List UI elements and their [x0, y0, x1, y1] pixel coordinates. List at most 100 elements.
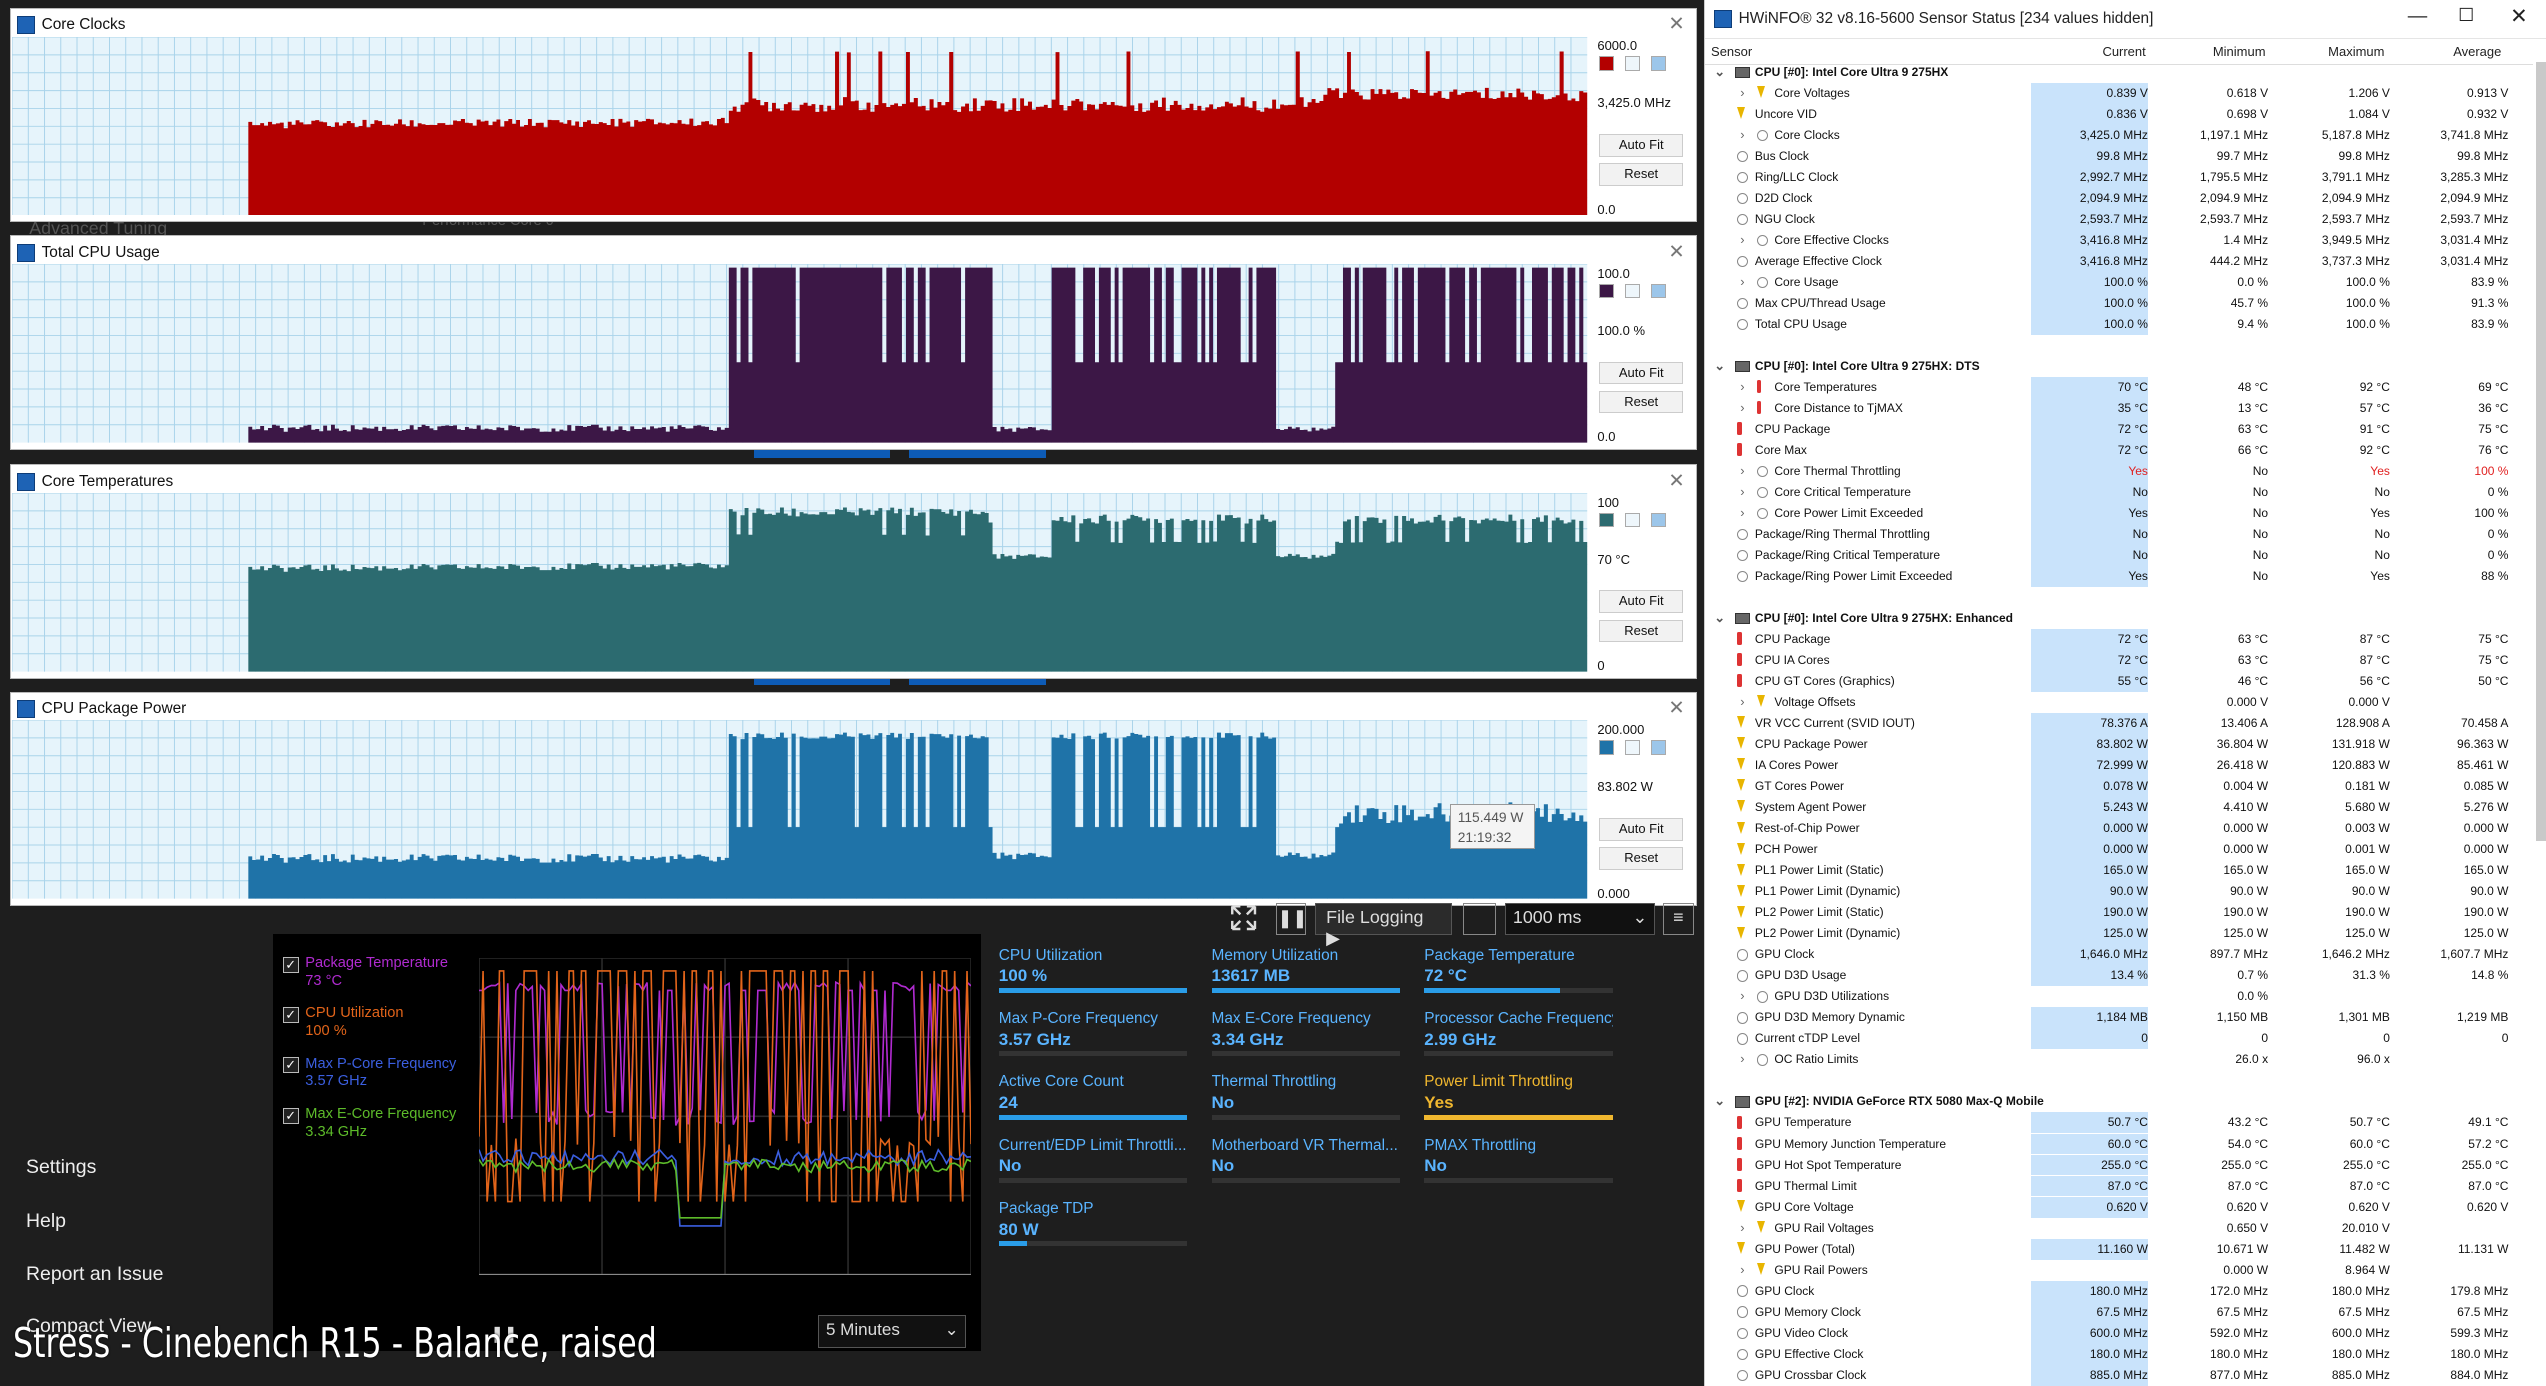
- series-swatch-3[interactable]: [1650, 512, 1666, 528]
- graph-close-icon[interactable]: ✕: [1668, 240, 1684, 264]
- sensor-row[interactable]: › Core Clocks 3,425.0 MHz 1,197.1 MHz 5,187.…: [1705, 124, 2533, 146]
- expand-chevron-icon[interactable]: ›: [1740, 398, 1744, 419]
- sensor-row[interactable]: Max CPU/Thread Usage 100.0 % 45.7 % 100.0 %…: [1705, 292, 2533, 314]
- graph-window-3[interactable]: Core Temperatures ✕ 100 70 °C Auto Fit Reset 0: [9, 464, 1698, 679]
- folder-icon[interactable]: [1463, 902, 1496, 936]
- series-swatch-2[interactable]: [1624, 512, 1640, 528]
- sensor-row[interactable]: › GPU D3D Utilizations 0.0 %: [1705, 986, 2533, 1007]
- collapse-chevron-icon[interactable]: ⌄: [1714, 62, 1725, 83]
- expand-chevron-icon[interactable]: ›: [1740, 377, 1744, 398]
- sensor-row[interactable]: Rest-of-Chip Power 0.000 W 0.000 W 0.003 W 0…: [1705, 818, 2533, 840]
- expand-chevron-icon[interactable]: ›: [1740, 692, 1744, 713]
- col-maximum[interactable]: Maximum: [2328, 44, 2384, 59]
- autofit-button[interactable]: Auto Fit: [1598, 590, 1684, 614]
- sensor-row[interactable]: GPU Temperature 50.7 °C 43.2 °C 50.7 °C 49.1…: [1705, 1112, 2533, 1134]
- sensor-row[interactable]: D2D Clock 2,094.9 MHz 2,094.9 MHz 2,094.9 M…: [1705, 187, 2533, 209]
- expand-chevron-icon[interactable]: ›: [1740, 230, 1744, 251]
- sensor-row[interactable]: GPU D3D Usage 13.4 % 0.7 % 31.3 % 14.8 %: [1705, 965, 2533, 987]
- sensor-row[interactable]: › OC Ratio Limits 26.0 x 96.0 x: [1705, 1049, 2533, 1070]
- sensor-row[interactable]: Uncore VID 0.836 V 0.698 V 1.084 V 0.932 V: [1705, 103, 2533, 125]
- legend-checkbox[interactable]: ✓: [282, 956, 299, 973]
- series-color-swatch[interactable]: [1598, 56, 1614, 71]
- expand-chevron-icon[interactable]: ›: [1740, 1049, 1744, 1070]
- sensor-row[interactable]: Core Max 72 °C 66 °C 92 °C 76 °C: [1705, 439, 2533, 461]
- series-swatch-3[interactable]: [1650, 56, 1666, 71]
- sensor-row[interactable]: GPU Memory Clock 67.5 MHz 67.5 MHz 67.5 MHz…: [1705, 1301, 2533, 1323]
- sensor-row[interactable]: Package/Ring Critical Temperature No No No 0…: [1705, 545, 2533, 567]
- legend-checkbox[interactable]: ✓: [282, 1057, 299, 1074]
- sensor-row[interactable]: Package/Ring Power Limit Exceeded Yes No Ye…: [1705, 566, 2533, 588]
- sensor-row[interactable]: PL2 Power Limit (Dynamic) 125.0 W 125.0 W 1…: [1705, 923, 2533, 945]
- sensor-row[interactable]: › Core Power Limit Exceeded Yes No Yes 100 %: [1705, 503, 2533, 524]
- sensor-row[interactable]: Bus Clock 99.8 MHz 99.7 MHz 99.8 MHz 99.8 MH…: [1705, 145, 2533, 167]
- sensor-row[interactable]: › Core Thermal Throttling Yes No Yes 100 %: [1705, 461, 2533, 482]
- sensor-row[interactable]: PL1 Power Limit (Dynamic) 90.0 W 90.0 W 90.…: [1705, 881, 2533, 903]
- sensor-group[interactable]: ⌄ GPU [#2]: NVIDIA GeForce RTX 5080 Max-Q…: [1705, 1091, 2533, 1112]
- legend-checkbox[interactable]: ✓: [282, 1006, 299, 1024]
- sensor-row[interactable]: GPU Clock 180.0 MHz 172.0 MHz 180.0 MHz 179.…: [1705, 1280, 2533, 1302]
- series-swatch-3[interactable]: [1650, 283, 1666, 299]
- expand-chevron-icon[interactable]: ›: [1740, 1218, 1744, 1239]
- series-color-swatch[interactable]: [1598, 283, 1614, 299]
- nav-settings[interactable]: Settings: [0, 1156, 268, 1179]
- autofit-button[interactable]: Auto Fit: [1598, 361, 1684, 385]
- expand-chevron-icon[interactable]: ›: [1740, 83, 1744, 104]
- sensor-row[interactable]: Current cTDP Level 0 0 0 0: [1705, 1028, 2533, 1050]
- col-current[interactable]: Current: [2102, 44, 2145, 59]
- pause-icon[interactable]: ❚❚: [1276, 902, 1307, 936]
- reset-button[interactable]: Reset: [1598, 847, 1684, 870]
- sensor-row[interactable]: GPU Power (Total) 11.160 W 10.671 W 11.482 …: [1705, 1238, 2533, 1260]
- expand-chevron-icon[interactable]: ›: [1740, 1260, 1744, 1281]
- sensor-row[interactable]: Package/Ring Thermal Throttling No No No 0 %: [1705, 524, 2533, 545]
- collapse-chevron-icon[interactable]: ⌄: [1714, 356, 1725, 377]
- reset-button[interactable]: Reset: [1598, 163, 1684, 187]
- sensor-row[interactable]: › GPU Rail Powers 0.000 W 8.964 W: [1705, 1260, 2533, 1281]
- sensor-row[interactable]: Total CPU Usage 100.0 % 9.4 % 100.0 % 83.9 %: [1705, 313, 2533, 335]
- series-swatch-2[interactable]: [1624, 283, 1640, 299]
- autofit-button[interactable]: Auto Fit: [1598, 817, 1684, 841]
- collapse-chevron-icon[interactable]: ⌄: [1714, 608, 1725, 629]
- nav-help[interactable]: Help: [0, 1210, 268, 1233]
- sensor-row[interactable]: › Core Voltages 0.839 V 0.618 V 1.206 V 0.913…: [1705, 82, 2533, 104]
- expand-chevron-icon[interactable]: ›: [1740, 482, 1744, 503]
- minimize-icon[interactable]: —: [2408, 5, 2427, 28]
- sensor-row[interactable]: GPU D3D Memory Dynamic 1,184 MB 1,150 MB 1,…: [1705, 1007, 2533, 1029]
- sensor-row[interactable]: CPU Package 72 °C 63 °C 91 °C 75 °C: [1705, 418, 2533, 440]
- interval-select[interactable]: 1000 ms ⌄: [1505, 902, 1655, 936]
- sensor-group[interactable]: ⌄ CPU [#0]: Intel Core Ultra 9 275HX: DTS: [1705, 356, 2533, 377]
- sensor-row[interactable]: PL1 Power Limit (Static) 165.0 W 165.0 W 16…: [1705, 860, 2533, 882]
- sensor-row[interactable]: › GPU Rail Voltages 0.650 V 20.010 V: [1705, 1218, 2533, 1239]
- menu-icon[interactable]: ≡: [1662, 902, 1694, 936]
- expand-chevron-icon[interactable]: ›: [1740, 461, 1744, 482]
- hwinfo-scrollbar[interactable]: [2536, 61, 2546, 842]
- expand-chevron-icon[interactable]: ›: [1740, 125, 1744, 146]
- sensor-row[interactable]: GT Cores Power 0.078 W 0.004 W 0.181 W 0.085…: [1705, 776, 2533, 798]
- sensor-row[interactable]: GPU Memory Junction Temperature 60.0 °C 54…: [1705, 1133, 2533, 1155]
- graph-window-1[interactable]: Core Clocks ✕ 6000.0 3,425.0 MHz Auto Fit Res…: [9, 8, 1698, 223]
- sensor-row[interactable]: CPU IA Cores 72 °C 63 °C 87 °C 75 °C: [1705, 650, 2533, 672]
- sensor-row[interactable]: GPU Hot Spot Temperature 255.0 °C 255.0 °C…: [1705, 1154, 2533, 1176]
- sensor-group[interactable]: ⌄ CPU [#0]: Intel Core Ultra 9 275HX: Enh…: [1705, 608, 2533, 629]
- series-swatch-2[interactable]: [1624, 56, 1640, 71]
- sensor-row[interactable]: › Core Usage 100.0 % 0.0 % 100.0 % 83.9 %: [1705, 271, 2533, 293]
- sensor-row[interactable]: GPU Video Clock 600.0 MHz 592.0 MHz 600.0 M…: [1705, 1322, 2533, 1344]
- sensor-row[interactable]: VR VCC Current (SVID IOUT) 78.376 A 13.406…: [1705, 713, 2533, 735]
- sensor-row[interactable]: CPU Package Power 83.802 W 36.804 W 131.918…: [1705, 734, 2533, 756]
- expand-chevron-icon[interactable]: ›: [1740, 986, 1744, 1007]
- reset-button[interactable]: Reset: [1598, 619, 1684, 643]
- sensor-row[interactable]: CPU Package 72 °C 63 °C 87 °C 75 °C: [1705, 629, 2533, 651]
- sensor-row[interactable]: GPU Clock 1,646.0 MHz 897.7 MHz 1,646.2 MHz…: [1705, 944, 2533, 966]
- series-color-swatch[interactable]: [1598, 739, 1614, 755]
- file-logging-button[interactable]: File Logging ▶: [1315, 902, 1452, 948]
- sensor-row[interactable]: NGU Clock 2,593.7 MHz 2,593.7 MHz 2,593.7 M…: [1705, 208, 2533, 230]
- col-minimum[interactable]: Minimum: [2213, 44, 2266, 59]
- sensor-row[interactable]: Average Effective Clock 3,416.8 MHz 444.2 …: [1705, 250, 2533, 272]
- graph-close-icon[interactable]: ✕: [1668, 469, 1684, 493]
- sensor-row[interactable]: Ring/LLC Clock 2,992.7 MHz 1,795.5 MHz 3,79…: [1705, 166, 2533, 188]
- sensor-row[interactable]: CPU GT Cores (Graphics) 55 °C 46 °C 56 °C 50…: [1705, 671, 2533, 693]
- sensor-row[interactable]: PCH Power 0.000 W 0.000 W 0.001 W 0.000 W: [1705, 839, 2533, 861]
- legend-checkbox[interactable]: ✓: [282, 1107, 299, 1124]
- sensor-row[interactable]: System Agent Power 5.243 W 4.410 W 5.680 W 5…: [1705, 797, 2533, 819]
- sensor-row[interactable]: PL2 Power Limit (Static) 190.0 W 190.0 W 19…: [1705, 902, 2533, 924]
- maximize-icon[interactable]: ☐: [2458, 5, 2474, 26]
